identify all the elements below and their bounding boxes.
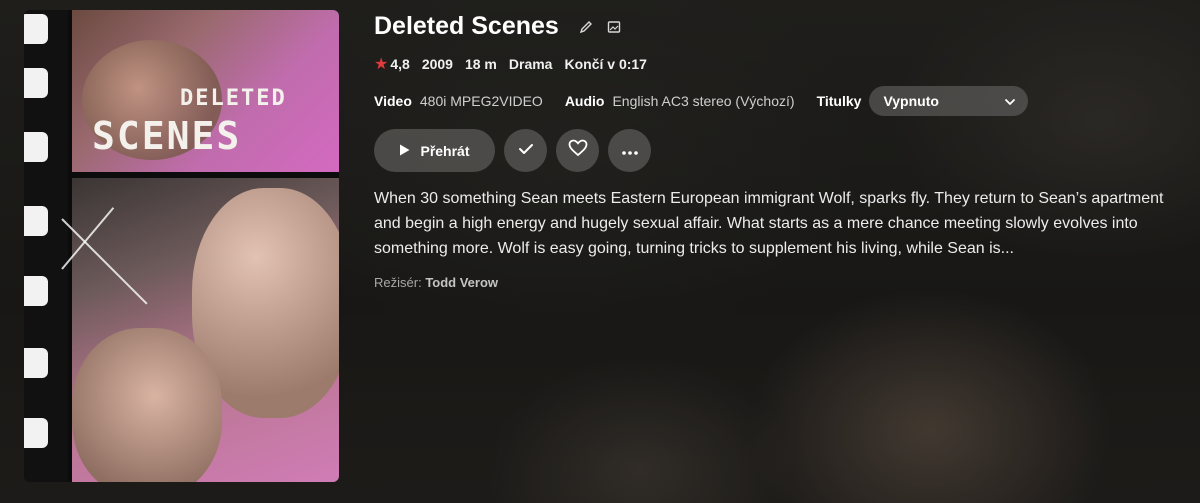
poster[interactable]: DELETED SCENES	[24, 10, 339, 482]
genre[interactable]: Drama	[509, 56, 553, 72]
favorite-button[interactable]	[556, 129, 599, 172]
check-icon	[518, 142, 534, 160]
director-name[interactable]: Todd Verow	[425, 275, 498, 290]
mark-watched-button[interactable]	[504, 129, 547, 172]
sprocket	[24, 14, 48, 44]
action-buttons: Přehrát	[374, 129, 651, 172]
ends-at: Končí v 0:17	[564, 56, 647, 72]
play-label: Přehrát	[420, 142, 470, 159]
video-value: 480i MPEG2VIDEO	[419, 93, 543, 109]
poster-scratch	[61, 218, 148, 305]
poster-bottom-image	[61, 178, 339, 482]
star-icon: ★	[374, 56, 389, 73]
poster-title-line1: DELETED	[180, 86, 287, 111]
sprocket	[24, 418, 48, 448]
rating: ★ 4,8	[374, 54, 410, 74]
year: 2009	[421, 56, 453, 72]
audio-label: Audio	[564, 93, 605, 109]
subtitles-select[interactable]: Vypnuto	[869, 86, 1029, 116]
sprocket	[24, 348, 48, 378]
sprocket	[24, 206, 48, 236]
subtitles-value: Vypnuto	[883, 93, 939, 109]
sprocket	[24, 132, 48, 162]
play-button[interactable]: Přehrát	[374, 129, 495, 172]
title-row: Deleted Scenes	[374, 12, 621, 41]
heart-icon	[568, 139, 588, 162]
audio-value: English AC3 stereo (Výchozí)	[612, 93, 795, 109]
media-info-row: Video 480i MPEG2VIDEO Audio English AC3 …	[374, 86, 1029, 116]
more-button[interactable]	[608, 129, 651, 172]
chevron-down-icon	[1004, 93, 1016, 109]
image-icon[interactable]	[607, 20, 621, 34]
sprocket	[24, 68, 48, 98]
more-icon	[621, 142, 638, 160]
video-label: Video	[374, 93, 412, 109]
poster-scratch	[61, 207, 115, 270]
runtime: 18 m	[464, 56, 497, 72]
pencil-icon[interactable]	[579, 20, 593, 34]
rating-value: 4,8	[390, 56, 410, 72]
poster-title-line2: SCENES	[92, 114, 242, 158]
subtitles-label: Titulky	[816, 93, 862, 109]
sprocket	[24, 276, 48, 306]
director-line: Režisér: Todd Verow	[374, 275, 498, 290]
item-title: Deleted Scenes	[374, 12, 559, 40]
film-strip	[24, 10, 68, 482]
poster-face	[72, 328, 222, 482]
overview: When 30 something Sean meets Eastern Eur…	[374, 190, 1164, 257]
meta-row: ★ 4,8 2009 18 m Drama Končí v 0:17	[374, 54, 647, 74]
play-icon	[399, 143, 410, 159]
director-label: Režisér:	[374, 275, 422, 290]
